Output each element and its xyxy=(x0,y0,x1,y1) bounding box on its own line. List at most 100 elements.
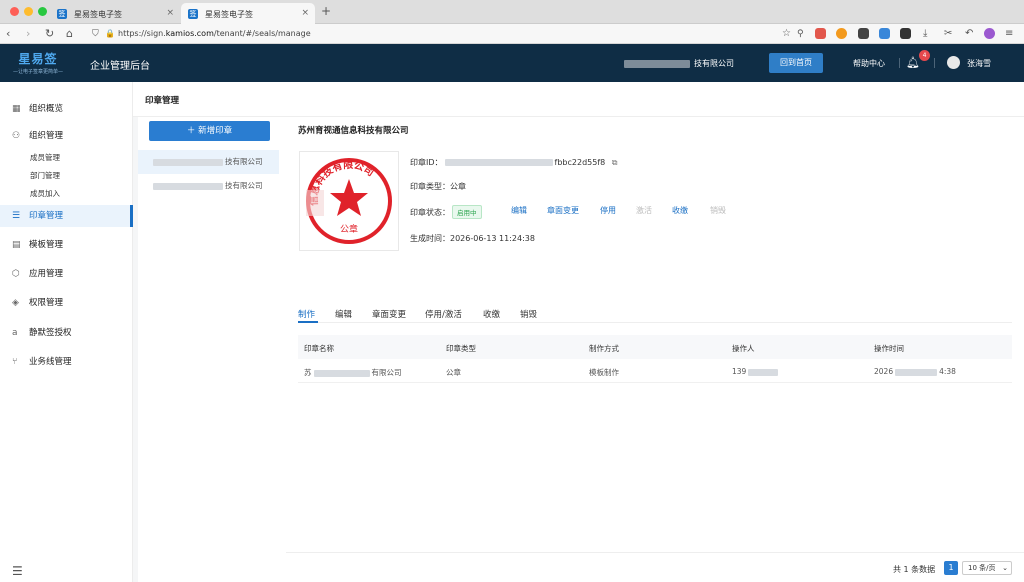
sidebar: ▦ 组织概览 ⚇ 组织管理 成员管理 部门管理 成员加入 ☰ 印章管理 ▤ 模板… xyxy=(0,82,133,582)
sidebar-item-silent-sign[interactable]: a 静默签授权 xyxy=(0,322,133,344)
page-size-select[interactable]: 10 条/页 ⌄ xyxy=(962,561,1012,575)
edit-action[interactable]: 编辑 xyxy=(511,205,527,216)
forward-icon[interactable]: › xyxy=(26,27,30,41)
logo-tagline: —让电子签章更简单— xyxy=(12,69,63,75)
close-window-icon[interactable] xyxy=(10,7,19,16)
created-value: 2026-06-13 11:24:38 xyxy=(450,234,535,243)
bookmark-star-icon[interactable]: ☆ xyxy=(782,27,791,41)
sidebar-item-label: 应用管理 xyxy=(29,269,64,279)
org-icon: ⚇ xyxy=(12,131,21,141)
close-tab-icon[interactable]: × xyxy=(166,8,174,18)
extension-icon-4[interactable] xyxy=(879,28,890,39)
avatar[interactable] xyxy=(947,56,960,69)
redacted-text xyxy=(624,59,690,68)
browser-window: 签 星易签电子签 × 签 星易签电子签 × + ‹ › ↻ ⌂ ⛉ 🔒 http… xyxy=(0,0,1024,582)
undo-icon[interactable]: ↶ xyxy=(965,27,973,41)
user-name[interactable]: 张海雪 xyxy=(967,58,991,69)
download-icon[interactable]: ⤓ xyxy=(923,27,927,41)
page-size-value: 10 条/页 xyxy=(968,564,996,572)
sidebar-item-label: 静默签授权 xyxy=(29,328,72,338)
home-icon[interactable]: ⌂ xyxy=(66,27,73,41)
menu-icon[interactable]: ≡ xyxy=(1005,27,1013,41)
new-tab-icon[interactable]: + xyxy=(321,4,331,18)
disable-action[interactable]: 停用 xyxy=(600,205,616,216)
extension-icon-1[interactable] xyxy=(815,28,826,39)
help-center-link[interactable]: 帮助中心 xyxy=(853,58,885,69)
revoke-action[interactable]: 收缴 xyxy=(672,205,688,216)
close-tab-icon[interactable]: × xyxy=(301,8,309,18)
extensions-icon[interactable]: ⚲ xyxy=(797,27,804,41)
maximize-window-icon[interactable] xyxy=(38,7,47,16)
sidebar-item-label: 权限管理 xyxy=(29,298,64,308)
megaphone-icon[interactable] xyxy=(858,28,869,39)
company-switcher[interactable]: 技有限公司 xyxy=(624,58,734,69)
new-seal-button[interactable]: ＋ 新增印章 xyxy=(149,121,270,141)
tab-revoke[interactable]: 收缴 xyxy=(483,308,500,320)
tab-change-face[interactable]: 章面变更 xyxy=(372,308,406,320)
seal-type-value: 公章 xyxy=(450,182,466,191)
table-header: 印章名称 印章类型 制作方式 操作人 操作时间 xyxy=(298,335,1012,359)
destroy-action[interactable]: 销毁 xyxy=(710,205,726,216)
redacted-text xyxy=(444,159,553,166)
redacted-text xyxy=(313,369,370,377)
page-number-button[interactable]: 1 xyxy=(944,561,958,575)
cell-seal-name: 苏 有限公司 xyxy=(304,367,402,378)
sidebar-subitem-members[interactable]: 成员管理 xyxy=(30,152,60,163)
tab-title: 星易签电子签 xyxy=(74,10,122,19)
sidebar-item-organization[interactable]: ⚇ 组织管理 xyxy=(0,125,133,147)
tab-enable-disable[interactable]: 停用/激活 xyxy=(425,308,462,320)
browser-tab-1[interactable]: 签 星易签电子签 × xyxy=(50,3,180,24)
sidebar-item-business-lines[interactable]: ⑂ 业务线管理 xyxy=(0,351,133,373)
redacted-text xyxy=(153,182,223,190)
browser-tab-2[interactable]: 签 星易签电子签 × xyxy=(181,3,315,24)
cell-method: 模板制作 xyxy=(589,368,619,377)
shield-icon[interactable]: ⛉ xyxy=(92,27,99,41)
tab-edit[interactable]: 编辑 xyxy=(335,308,352,320)
seal-list-item[interactable]: 技有限公司 xyxy=(138,150,279,174)
reload-icon[interactable]: ↻ xyxy=(45,27,54,41)
activate-action[interactable]: 激活 xyxy=(636,205,652,216)
logo[interactable]: 星易签 —让电子签章更简单— xyxy=(8,50,68,75)
sidebar-item-apps[interactable]: ⬡ 应用管理 xyxy=(0,263,133,285)
collapse-sidebar-icon[interactable]: ☰ xyxy=(12,564,23,578)
camera-icon[interactable] xyxy=(900,28,911,39)
extension-icon-2[interactable] xyxy=(836,28,847,39)
copy-icon[interactable]: ⧉ xyxy=(612,158,618,167)
home-button[interactable]: 回到首页 xyxy=(769,53,823,73)
minimize-window-icon[interactable] xyxy=(24,7,33,16)
bell-icon[interactable]: 🔔︎ xyxy=(906,56,920,69)
table-row[interactable]: 苏 有限公司 公章 模板制作 139 2026 4:38 xyxy=(298,359,1012,383)
column-header: 制作方式 xyxy=(589,344,619,353)
url-field[interactable]: https://sign.kamios.com/tenant/#/seals/m… xyxy=(118,29,311,38)
main-content: 印章管理 ＋ 新增印章 技有限公司 技有限公司 苏州育视通信息科技有限公司 科技… xyxy=(133,82,1024,582)
sidebar-item-permissions[interactable]: ◈ 权限管理 xyxy=(0,292,133,314)
seal-type-row: 印章类型：公章 xyxy=(410,181,466,192)
total-count: 共 1 条数据 xyxy=(893,565,936,574)
profile-icon[interactable] xyxy=(984,28,995,39)
seal-type-label: 印章类型： xyxy=(410,182,450,191)
grid-icon: ▦ xyxy=(12,104,21,114)
sidebar-item-seals[interactable]: ☰ 印章管理 xyxy=(0,205,133,227)
seal-list-item[interactable]: 技有限公司 xyxy=(138,174,279,198)
app-title: 企业管理后台 xyxy=(90,61,150,72)
auth-icon: a xyxy=(12,328,18,338)
change-face-action[interactable]: 章面变更 xyxy=(547,205,579,216)
tab-destroy[interactable]: 销毁 xyxy=(520,308,537,320)
shield-icon: ◈ xyxy=(12,298,19,308)
tab-make[interactable]: 制作 xyxy=(298,308,315,320)
logo-text: 星易签 xyxy=(18,52,58,66)
plus-icon: ＋ xyxy=(186,126,199,136)
back-icon[interactable]: ‹ xyxy=(6,27,10,41)
cell-text: 4:38 xyxy=(939,367,956,376)
tab-indicator xyxy=(298,321,318,323)
cell-text: 有限公司 xyxy=(371,368,402,377)
column-header: 操作时间 xyxy=(874,344,904,353)
sidebar-item-templates[interactable]: ▤ 模板管理 xyxy=(0,234,133,256)
sidebar-item-label: 模板管理 xyxy=(29,240,64,250)
browser-tab-bar: 签 星易签电子签 × 签 星易签电子签 × + xyxy=(0,0,1024,24)
sidebar-subitem-join[interactable]: 成员加入 xyxy=(30,188,60,199)
sidebar-subitem-departments[interactable]: 部门管理 xyxy=(30,170,60,181)
sidebar-item-overview[interactable]: ▦ 组织概览 xyxy=(0,98,133,120)
scissors-icon[interactable]: ✂ xyxy=(944,27,952,41)
detail-company-name: 苏州育视通信息科技有限公司 xyxy=(298,126,409,136)
